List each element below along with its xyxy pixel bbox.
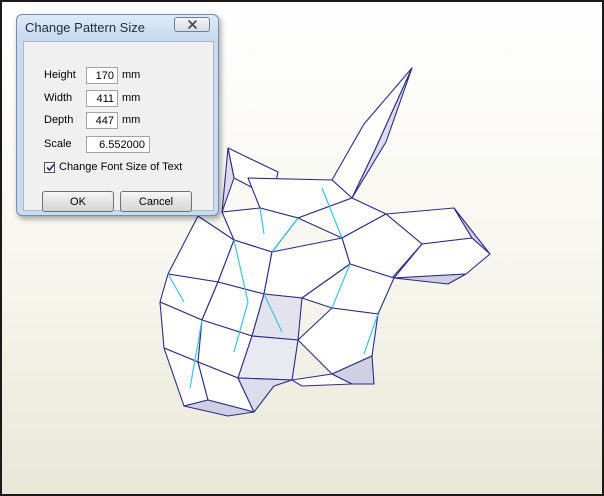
width-unit: mm	[122, 92, 141, 104]
dialog-title: Change Pattern Size	[25, 20, 145, 35]
cancel-button[interactable]: Cancel	[120, 191, 192, 212]
close-button[interactable]	[174, 17, 210, 32]
depth-label: Depth	[44, 114, 74, 126]
scale-input[interactable]	[86, 136, 150, 153]
dialog-body: Height mm Width mm Depth mm Scale Change…	[23, 41, 214, 212]
width-input[interactable]	[86, 90, 118, 107]
height-input[interactable]	[86, 67, 118, 84]
depth-input[interactable]	[86, 112, 118, 129]
height-label: Height	[44, 69, 76, 81]
3d-model-viewport[interactable]: Change Pattern Size Height mm Width mm D…	[0, 0, 604, 496]
depth-unit: mm	[122, 114, 141, 126]
change-pattern-size-dialog[interactable]: Change Pattern Size Height mm Width mm D…	[16, 14, 219, 216]
change-font-size-label: Change Font Size of Text	[59, 161, 183, 173]
height-unit: mm	[122, 69, 141, 81]
change-font-size-row[interactable]: Change Font Size of Text	[44, 161, 182, 173]
checkmark-icon	[46, 163, 55, 171]
scale-label: Scale	[44, 138, 72, 150]
width-label: Width	[44, 92, 73, 104]
close-icon	[187, 20, 197, 29]
dialog-title-bar[interactable]: Change Pattern Size	[17, 15, 218, 41]
ok-button[interactable]: OK	[42, 191, 114, 212]
change-font-size-checkbox[interactable]	[44, 161, 55, 173]
